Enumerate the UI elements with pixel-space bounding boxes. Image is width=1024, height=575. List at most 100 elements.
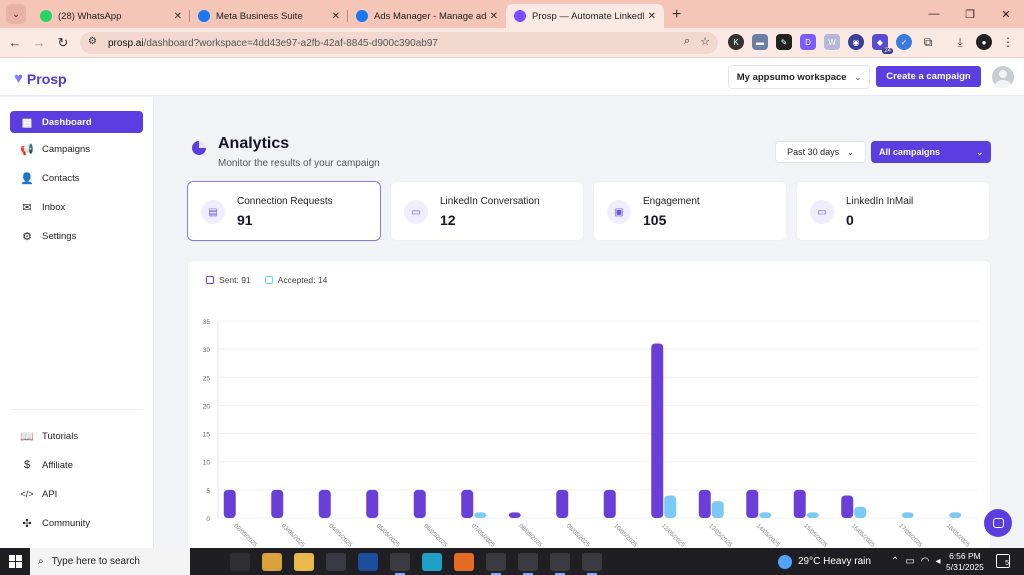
y-tick-label: 25 (203, 375, 211, 382)
user-avatar[interactable] (992, 66, 1014, 88)
sts-app-icon[interactable] (358, 552, 378, 571)
stat-card-linkedin-inmail[interactable]: ▭ LinkedIn InMail 0 (796, 181, 990, 241)
zoom-icon[interactable]: ⌕ (684, 35, 690, 48)
browser-menu-icon[interactable]: ⋮ (1000, 34, 1016, 50)
close-icon[interactable]: ✕ (648, 11, 656, 22)
reload-icon[interactable]: ↻ (51, 35, 75, 51)
sidebar-item-tutorials[interactable]: 📖 Tutorials (10, 425, 143, 447)
bar-accepted (806, 512, 819, 518)
back-arrow-icon[interactable]: ← (3, 35, 27, 50)
bar-sent (793, 489, 806, 518)
window-close-icon[interactable]: ✕ (988, 0, 1024, 28)
copilot-icon[interactable] (262, 552, 282, 571)
minimize-icon[interactable]: — (916, 0, 952, 28)
sidebar-item-community[interactable]: ✣ Community (10, 512, 143, 534)
x-tick-label: 09/05/2025 (565, 523, 591, 549)
tab-title: (28) WhatsApp (58, 10, 122, 22)
sidebar-item-campaigns[interactable]: 📢 Campaigns (10, 138, 143, 160)
x-tick-label: 06/05/2025 (422, 523, 448, 549)
chevron-down-icon: ⌄ (847, 147, 854, 157)
chevron-up-icon[interactable]: ⌃ (891, 556, 899, 567)
weather-text[interactable]: 29°C Heavy rain (798, 556, 871, 567)
stat-value: 91 (237, 212, 253, 228)
chrome-icon[interactable] (486, 552, 506, 575)
slack-icon: ✣ (22, 517, 32, 530)
support-chat-button[interactable] (984, 509, 1012, 537)
forward-arrow-icon[interactable]: → (27, 35, 51, 50)
taskbar-search-placeholder: Type here to search (51, 556, 140, 567)
chrome-icon[interactable] (550, 552, 570, 575)
create-campaign-button[interactable]: Create a campaign (876, 66, 981, 87)
new-tab-plus-icon[interactable]: + (672, 6, 681, 24)
close-icon[interactable]: ✕ (332, 11, 340, 22)
legend-label: Accepted: 14 (277, 275, 328, 285)
file-explorer-icon[interactable] (294, 552, 314, 571)
workspace-selector[interactable]: My appsumo workspace ⌄ (728, 65, 870, 89)
battery-icon[interactable]: ▭ (905, 556, 914, 567)
x-tick-label: 12/05/2025 (660, 523, 686, 549)
clock-time: 6:56 PM (949, 551, 981, 561)
sidebar-item-settings[interactable]: ⚙ Settings (10, 225, 143, 247)
logo-text: Prosp (26, 70, 67, 87)
extension-wp-icon[interactable]: W (824, 34, 840, 50)
wifi-icon[interactable]: ◠ (921, 556, 930, 567)
tab-whatsapp[interactable]: (28) WhatsApp ✕ (32, 4, 190, 28)
sidebar-item-label: Settings (42, 230, 77, 242)
stat-card-engagement[interactable]: ▣ Engagement 105 (593, 181, 787, 241)
campaign-filter-select[interactable]: All campaigns ⌄ (871, 141, 991, 163)
volume-icon[interactable]: ◂ (936, 556, 941, 567)
windows-start-icon[interactable] (0, 548, 30, 575)
bookmark-star-icon[interactable]: ☆ (700, 35, 710, 48)
close-icon[interactable]: ✕ (490, 11, 498, 22)
legend-item-accepted[interactable]: Accepted: 14 (264, 275, 328, 285)
url-host: prosp.ai (108, 37, 144, 49)
site-settings-icon[interactable]: ⚙ (88, 36, 102, 50)
extension-d-icon[interactable]: D (800, 34, 816, 50)
date-range-select[interactable]: Past 30 days ⌄ (775, 141, 866, 163)
taskbar-clock[interactable]: 6:56 PM 5/31/2025 (946, 551, 984, 573)
extension-dropper-icon[interactable]: ✎ (776, 34, 792, 50)
chrome-icon[interactable] (390, 552, 410, 575)
y-tick-label: 20 (203, 403, 211, 410)
prosp-logo[interactable]: ♥ Prosp (14, 70, 67, 87)
sidebar-item-contacts[interactable]: 👤 Contacts (10, 167, 143, 189)
x-tick-label: 16/05/2025 (850, 523, 876, 549)
tab-ads-manager[interactable]: Ads Manager - Manage ads - C ✕ (348, 4, 506, 28)
taskbar-search[interactable]: ⌕ Type here to search (30, 548, 190, 575)
sidebar-item-api[interactable]: </> API (10, 483, 143, 505)
chrome-icon[interactable] (518, 552, 538, 575)
extensions-puzzle-icon[interactable]: ⧉ (920, 34, 936, 50)
legend-label: Sent: 91 (219, 275, 251, 285)
dollar-icon: $ (23, 459, 31, 471)
legend-item-sent[interactable]: Sent: 91 (206, 275, 251, 285)
download-icon[interactable]: ⤓ (952, 34, 968, 50)
edge-icon[interactable] (422, 552, 442, 571)
chevron-down-icon: ⌄ (854, 72, 862, 82)
firefox-icon[interactable] (454, 552, 474, 571)
notification-center-icon[interactable]: 5 (996, 554, 1010, 568)
address-bar[interactable]: ⚙ prosp.ai/dashboard?workspace=4dd43e97-… (80, 32, 718, 54)
sidebar-item-dashboard[interactable]: ▦ Dashboard (10, 111, 143, 133)
extension-circle-icon[interactable]: ◉ (848, 34, 864, 50)
extension-folder-icon[interactable]: ▬ (752, 34, 768, 50)
stat-card-linkedin-conversation[interactable]: ▭ LinkedIn Conversation 12 (390, 181, 584, 241)
chrome-icon[interactable] (582, 552, 602, 575)
taskbar-apps (230, 552, 602, 575)
tab-title: Prosp — Automate LinkedIn & (532, 10, 644, 22)
sidebar-item-affiliate[interactable]: $ Affiliate (10, 454, 143, 476)
extension-k-icon[interactable]: K (728, 34, 744, 50)
task-view-icon[interactable] (230, 552, 250, 571)
tab-meta-business[interactable]: Meta Business Suite ✕ (190, 4, 348, 28)
store-icon[interactable] (326, 552, 346, 571)
workspace-name: My appsumo workspace (736, 71, 847, 83)
profile-avatar-icon[interactable]: ● (976, 34, 992, 50)
extension-shield-icon[interactable]: ✓ (896, 34, 912, 50)
prosp-heart-icon (514, 10, 526, 22)
restore-icon[interactable]: ❐ (952, 0, 988, 28)
extension-badge-icon[interactable]: ◆ 24 (872, 34, 893, 54)
sidebar-item-inbox[interactable]: ✉ Inbox (10, 196, 143, 218)
tab-prosp[interactable]: Prosp — Automate LinkedIn & ✕ (506, 4, 664, 28)
tab-search-chevron-icon[interactable]: ⌄ (6, 4, 26, 24)
stat-card-connection-requests[interactable]: ▤ Connection Requests 91 (187, 181, 381, 241)
close-icon[interactable]: ✕ (174, 11, 182, 22)
